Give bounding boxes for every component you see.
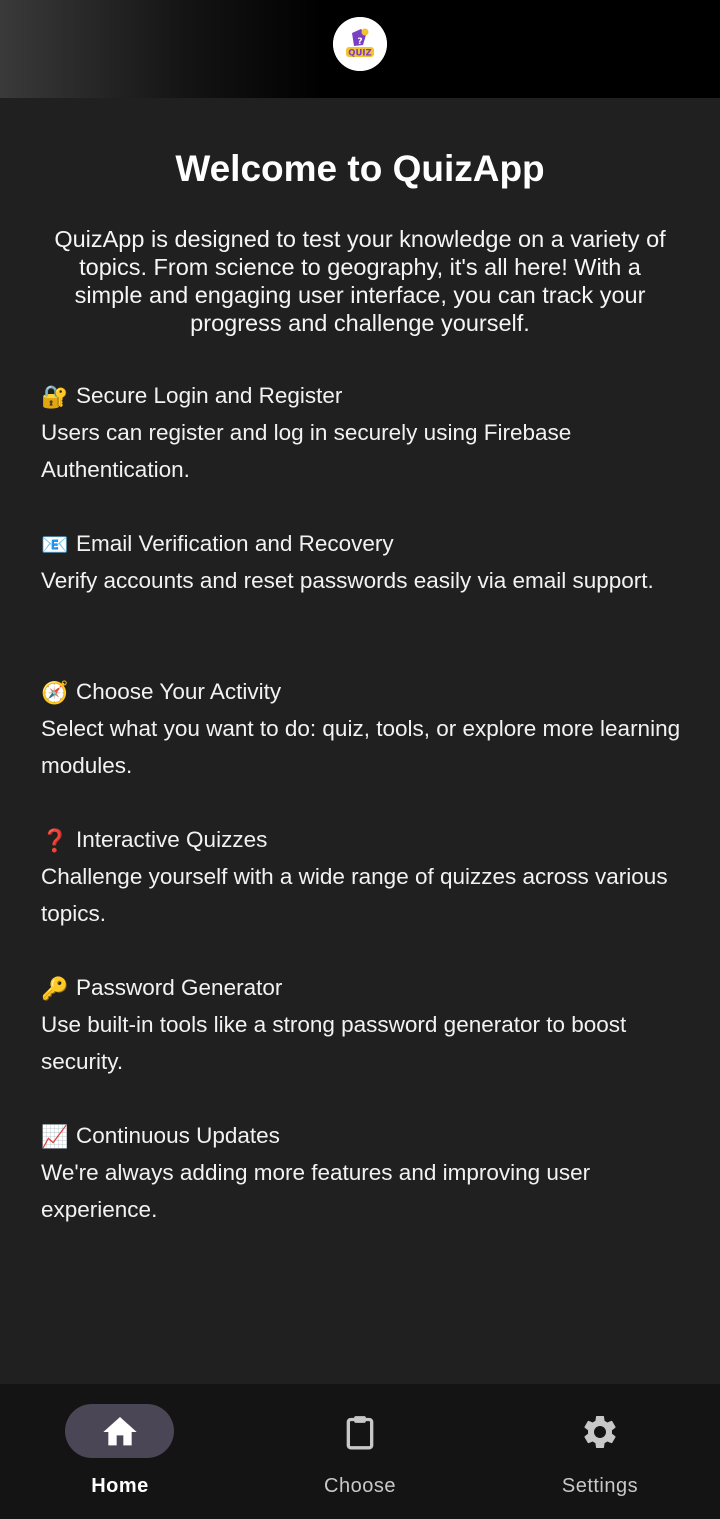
nav-item-home[interactable]: Home xyxy=(0,1384,240,1519)
chart-increasing-icon: 📈 xyxy=(41,1123,69,1149)
feature-item: 📧 Email Verification and Recovery Verify… xyxy=(41,527,681,675)
app-root: ? QUIZ Welcome to QuizApp QuizApp is des… xyxy=(0,0,720,1519)
feature-title: ❓ Interactive Quizzes xyxy=(41,823,681,857)
compass-icon: 🧭 xyxy=(41,679,69,705)
nav-item-choose[interactable]: Choose xyxy=(240,1384,480,1519)
email-icon: 📧 xyxy=(41,531,69,557)
feature-title-text: Interactive Quizzes xyxy=(76,827,268,852)
svg-text:?: ? xyxy=(357,37,362,47)
feature-title-text: Email Verification and Recovery xyxy=(76,531,394,556)
feature-item: 📈 Continuous Updates We're always adding… xyxy=(41,1119,681,1267)
home-icon xyxy=(103,1417,137,1446)
feature-item: 🔐 Secure Login and Register Users can re… xyxy=(41,379,681,527)
feature-item: 🧭 Choose Your Activity Select what you w… xyxy=(41,675,681,823)
question-mark-icon: ❓ xyxy=(41,827,69,853)
clipboard-icon xyxy=(346,1416,374,1450)
feature-title-text: Continuous Updates xyxy=(76,1123,280,1148)
feature-description: We're always adding more features and im… xyxy=(41,1160,591,1222)
feature-list: 🔐 Secure Login and Register Users can re… xyxy=(41,379,681,1267)
quiz-logo-icon: ? QUIZ xyxy=(333,17,387,71)
feature-item: ❓ Interactive Quizzes Challenge yourself… xyxy=(41,823,681,971)
key-icon: 🔑 xyxy=(41,975,69,1001)
feature-description: Verify accounts and reset passwords easi… xyxy=(41,568,654,593)
nav-label-home: Home xyxy=(91,1475,149,1497)
intro-paragraph: QuizApp is designed to test your knowled… xyxy=(54,226,666,336)
lock-with-key-icon: 🔐 xyxy=(41,383,69,409)
feature-description: Select what you want to do: quiz, tools,… xyxy=(41,716,681,778)
feature-title: 📈 Continuous Updates xyxy=(41,1119,681,1153)
feature-item: 🔑 Password Generator Use built-in tools … xyxy=(41,971,681,1119)
page-title: Welcome to QuizApp xyxy=(175,148,545,189)
nav-label-choose: Choose xyxy=(324,1475,396,1497)
feature-title-text: Secure Login and Register xyxy=(76,383,343,408)
top-app-bar: ? QUIZ xyxy=(0,0,720,98)
feature-title: 🔐 Secure Login and Register xyxy=(41,379,681,413)
feature-description: Use built-in tools like a strong passwor… xyxy=(41,1012,627,1074)
feature-description: Challenge yourself with a wide range of … xyxy=(41,864,668,926)
feature-title: 📧 Email Verification and Recovery xyxy=(41,527,681,561)
feature-title-text: Password Generator xyxy=(76,975,283,1000)
gear-icon xyxy=(584,1416,616,1448)
nav-item-settings[interactable]: Settings xyxy=(480,1384,720,1519)
bottom-navigation-bar: Home Choose Settings xyxy=(0,1384,720,1519)
feature-title: 🔑 Password Generator xyxy=(41,971,681,1005)
feature-title-text: Choose Your Activity xyxy=(76,679,282,704)
nav-label-settings: Settings xyxy=(561,1475,639,1497)
feature-description: Users can register and log in securely u… xyxy=(41,420,572,482)
svg-text:QUIZ: QUIZ xyxy=(348,49,371,59)
feature-title: 🧭 Choose Your Activity xyxy=(41,675,681,709)
